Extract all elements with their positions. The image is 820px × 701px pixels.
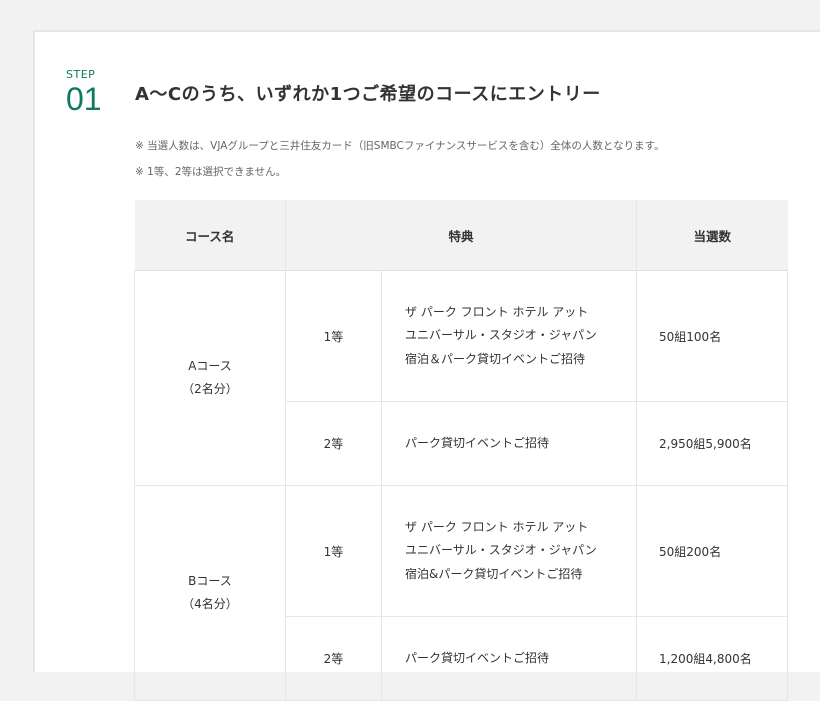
course-cell: Bコース （4名分） [134, 485, 286, 701]
table-header: コース名 特典 当選数 [134, 200, 788, 271]
course-cell: Aコース （2名分） [134, 270, 286, 486]
course-people: （4名分） [182, 597, 238, 611]
course-table: コース名 特典 当選数 Aコース （2名分） 1等 ザ パーク フロント ホテル… [134, 200, 789, 701]
prize-count: 2,950組5,900名 [636, 401, 789, 486]
prize-detail: ザ パーク フロント ホテル アット ユニバーサル・スタジオ・ジャパン 宿泊＆パ… [380, 270, 638, 402]
header-course-name: コース名 [134, 200, 286, 271]
step-indicator: STEP 01 [66, 68, 106, 117]
prize-detail-line: パーク貸切イベントご招待 [405, 435, 550, 450]
prize-count: 50組200名 [636, 485, 789, 617]
prize-rank: 1等 [285, 485, 382, 617]
step-number: 01 [66, 81, 102, 117]
header-benefit: 特典 [284, 200, 637, 271]
note-winners: ※ 当選人数は、VJAグループと三井住友カード（旧SMBCファイナンスサービスを… [135, 140, 665, 152]
table-row: Aコース （2名分） 1等 ザ パーク フロント ホテル アット ユニバーサル・… [134, 270, 789, 486]
course-name: Bコース [188, 574, 232, 588]
prize-rank: 2等 [285, 401, 382, 486]
prize-rank: 1等 [285, 270, 382, 402]
step-label: STEP [66, 68, 96, 81]
note-ranks: ※ 1等、2等は選択できません。 [135, 166, 287, 178]
prize-detail-line: 宿泊＆パーク貸切イベントご招待 [405, 351, 586, 366]
prize-detail: ザ パーク フロント ホテル アット ユニバーサル・スタジオ・ジャパン 宿泊&パ… [380, 485, 638, 617]
course-people: （2名分） [182, 382, 238, 396]
prize-count: 50組100名 [636, 270, 789, 402]
prize-detail-line: 宿泊&パーク貸切イベントご招待 [405, 566, 583, 581]
prize-rank: 2等 [285, 616, 382, 701]
section-heading: A〜Cのうち、いずれか1つご希望のコースにエントリー [135, 84, 601, 105]
prize-detail-line: ザ パーク フロント ホテル アット [405, 519, 589, 534]
prize-detail-line: ザ パーク フロント ホテル アット [405, 304, 589, 319]
prize-detail: パーク貸切イベントご招待 [380, 401, 638, 486]
course-name: Aコース [188, 359, 232, 373]
table-row: Bコース （4名分） 1等 ザ パーク フロント ホテル アット ユニバーサル・… [134, 485, 789, 701]
header-winners: 当選数 [636, 200, 788, 271]
prize-count: 1,200組4,800名 [636, 616, 789, 701]
prize-detail-line: パーク貸切イベントご招待 [405, 650, 550, 665]
prize-detail-line: ユニバーサル・スタジオ・ジャパン [405, 328, 597, 343]
table-body: Aコース （2名分） 1等 ザ パーク フロント ホテル アット ユニバーサル・… [134, 270, 789, 701]
prize-detail-line: ユニバーサル・スタジオ・ジャパン [405, 543, 597, 558]
prize-detail: パーク貸切イベントご招待 [380, 616, 638, 701]
